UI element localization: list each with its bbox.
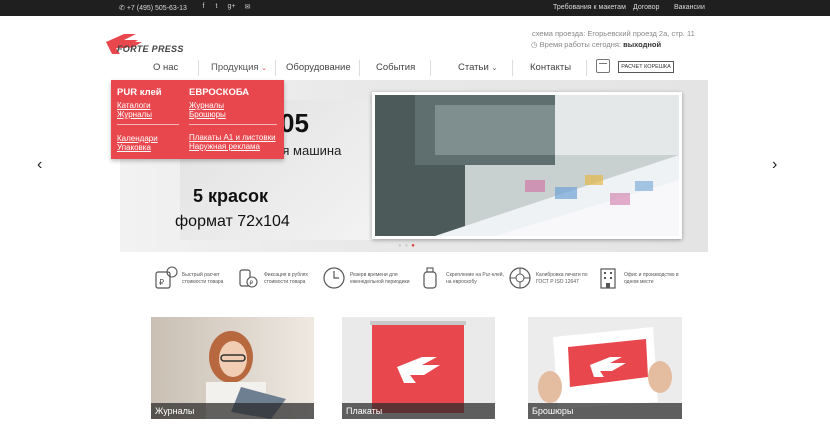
twitter-icon[interactable]: t — [212, 3, 221, 12]
dropdown-link-catalogs[interactable]: Каталоги — [117, 101, 151, 110]
features-row: ₽ Быстрый расчет стоимости товара ₽ Фикс… — [150, 262, 690, 300]
feature-text: Офис и производство в одном месте — [624, 272, 679, 285]
feature-text: Фиксация в рублях стоимости товара — [264, 272, 308, 285]
facebook-icon[interactable]: f — [199, 3, 208, 12]
product-caption: Плакаты — [342, 403, 495, 419]
dropdown-link-posters[interactable]: Плакаты А1 и листовки — [189, 133, 276, 142]
nav-contacts[interactable]: Контакты — [530, 62, 571, 76]
dropdown-link-magazines-euro[interactable]: Журналы — [189, 101, 224, 110]
contract-link[interactable]: Договор — [633, 4, 659, 11]
ruble-fixed-icon: ₽ — [239, 269, 258, 288]
press-illustration — [375, 95, 679, 236]
nav-products[interactable]: Продукция ⌄ — [211, 62, 267, 76]
time-reserve-icon — [323, 267, 345, 289]
slide-colors-text: 5 красок — [193, 186, 269, 206]
logo-text: FORTE PRESS — [117, 44, 184, 54]
svg-text:₽: ₽ — [250, 280, 254, 287]
chevron-down-icon: ⌄ — [261, 65, 268, 72]
nav-divider — [430, 60, 431, 76]
glue-binding-icon — [423, 267, 437, 289]
dropdown-divider — [189, 124, 277, 125]
clock-icon: ◷ — [531, 40, 540, 49]
top-bar: ✆ +7 (495) 505-63-13 f t g+ ✉ Требования… — [0, 0, 830, 16]
calibration-icon — [509, 267, 531, 289]
nav-about[interactable]: О нас — [153, 62, 178, 76]
dropdown-link-packaging[interactable]: Упаковка — [117, 143, 151, 152]
slide-model-number: 05 — [280, 108, 309, 138]
requirements-link[interactable]: Требования к макетам — [553, 4, 626, 11]
nav-divider — [512, 60, 513, 76]
office-building-icon — [600, 268, 616, 289]
nav-equipment[interactable]: Оборудование — [286, 62, 351, 76]
feature-text: Резерв времени для еженедельной периодик… — [350, 272, 410, 285]
dropdown-link-calendars[interactable]: Календари — [117, 134, 158, 143]
nav-divider — [359, 60, 360, 76]
phone-number[interactable]: ✆ +7 (495) 505-63-13 — [119, 4, 187, 12]
product-card-magazines[interactable]: Журналы — [151, 317, 314, 419]
phone-icon: ✆ — [119, 5, 127, 12]
spine-calc-button[interactable]: РАСЧЕТ КОРЕШКА — [618, 61, 674, 73]
vacancies-link[interactable]: Вакансии — [674, 4, 705, 11]
slider-dots: ●●● — [398, 243, 418, 249]
nav-divider — [586, 60, 587, 76]
feature-text: Калибровка печати по ГОСТ Р ISO 12647 — [536, 272, 588, 285]
calculator-icon[interactable] — [596, 59, 610, 73]
feature-text: Быстрый расчет стоимости товара — [182, 272, 224, 285]
products-dropdown: PUR клей Каталоги Журналы Календари Упак… — [111, 80, 284, 159]
nav-articles[interactable]: Статьи ⌄ — [458, 62, 497, 76]
nav-events[interactable]: События — [376, 62, 415, 76]
price-calculator-icon: ₽ — [155, 266, 178, 289]
address-text[interactable]: схема проезда: Егорьевский проезд 2а, ст… — [532, 29, 695, 38]
product-caption: Журналы — [151, 403, 314, 419]
nav-divider — [198, 60, 199, 76]
svg-text:₽: ₽ — [159, 278, 164, 287]
mail-icon[interactable]: ✉ — [243, 3, 252, 12]
product-card-brochures[interactable]: Брошюры — [528, 317, 682, 419]
slide-format-text: формат 72х104 — [175, 213, 290, 230]
product-card-posters[interactable]: Плакаты — [342, 317, 495, 419]
dropdown-link-outdoor[interactable]: Наружная реклама — [189, 142, 260, 151]
working-hours: ◷ Время работы сегодня: выходной — [531, 40, 662, 49]
dropdown-heading-pur: PUR клей — [117, 87, 162, 98]
slider-dot-active[interactable]: ● — [411, 243, 418, 249]
printing-press-photo — [372, 92, 682, 239]
product-caption: Брошюры — [528, 403, 682, 419]
feature-text: Скрепление на Pur-клей, на евроскобу — [446, 272, 504, 285]
hours-value: выходной — [623, 40, 662, 49]
dropdown-heading-euro: ЕВРОСКОБА — [189, 87, 250, 98]
dropdown-link-magazines[interactable]: Журналы — [117, 110, 152, 119]
google-plus-icon[interactable]: g+ — [227, 3, 236, 12]
slider-prev-arrow[interactable]: ‹ — [37, 156, 42, 174]
slider-dot[interactable]: ● — [398, 243, 405, 249]
slider-next-arrow[interactable]: › — [772, 156, 777, 174]
dropdown-link-brochures[interactable]: Брошюры — [189, 110, 226, 119]
dropdown-divider — [117, 124, 179, 125]
chevron-down-icon: ⌄ — [491, 65, 498, 72]
nav-divider — [275, 60, 276, 76]
